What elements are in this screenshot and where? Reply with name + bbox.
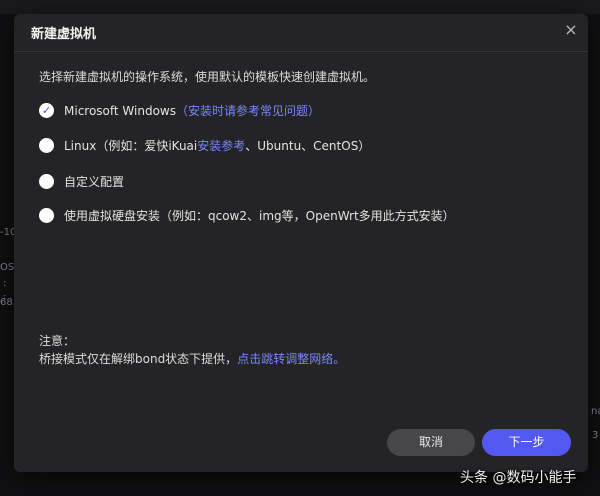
background-text: :: [3, 278, 7, 289]
note-body: 桥接模式仅在解绑bond状态下提供，: [39, 352, 238, 366]
install-guide-link[interactable]: 安装参考: [197, 139, 245, 153]
checkmark-icon: ✓: [41, 104, 52, 117]
background-panel: [0, 0, 600, 14]
background-text: OS: [0, 262, 15, 273]
custom-label: 自定义配置: [64, 175, 125, 189]
note-text: 桥接模式仅在解绑bond状态下提供，点击跳转调整网络。: [39, 350, 345, 367]
linux-label-suffix: 、Ubuntu、CentOS）: [245, 139, 371, 153]
new-vm-dialog: 新建虚拟机 × 选择新建虚拟机的操作系统，使用默认的模板快速创建虚拟机。 ✓ M…: [14, 14, 588, 472]
virtual-disk-label: 使用虚拟硬盘安装（例如：qcow2、img等，OpenWrt多用此方式安装）: [64, 209, 455, 223]
faq-link[interactable]: （安装时请参考常见问题）: [176, 104, 320, 118]
option-label: Microsoft Windows（安装时请参考常见问题）: [64, 102, 320, 119]
radio-icon[interactable]: [39, 174, 54, 189]
background-text: na: [591, 406, 600, 417]
radio-icon[interactable]: [39, 138, 54, 153]
option-label: Linux（例如：爱快iKuai安装参考、Ubuntu、CentOS）: [64, 137, 370, 154]
intro-text: 选择新建虚拟机的操作系统，使用默认的模板快速创建虚拟机。: [39, 70, 376, 84]
header-divider: [14, 51, 588, 52]
option-custom[interactable]: 自定义配置: [39, 173, 124, 190]
background-text: 3: [592, 430, 599, 441]
watermark: 头条 @数码小能手: [460, 470, 577, 486]
radio-icon[interactable]: [39, 208, 54, 223]
close-icon[interactable]: ×: [562, 21, 580, 39]
linux-label: Linux（例如：爱快iKuai: [64, 139, 198, 153]
option-virtual-disk[interactable]: 使用虚拟硬盘安装（例如：qcow2、img等，OpenWrt多用此方式安装）: [39, 207, 455, 224]
cancel-button[interactable]: 取消: [387, 429, 475, 456]
radio-checked-icon[interactable]: ✓: [39, 103, 54, 118]
dialog-title: 新建虚拟机: [31, 27, 97, 42]
windows-label: Microsoft Windows: [64, 104, 176, 118]
next-button[interactable]: 下一步: [482, 429, 571, 456]
note-title: 注意：: [39, 334, 76, 348]
option-windows[interactable]: ✓ Microsoft Windows（安装时请参考常见问题）: [39, 102, 320, 119]
adjust-network-link[interactable]: 点击跳转调整网络。: [237, 352, 345, 366]
option-linux[interactable]: Linux（例如：爱快iKuai安装参考、Ubuntu、CentOS）: [39, 137, 370, 154]
